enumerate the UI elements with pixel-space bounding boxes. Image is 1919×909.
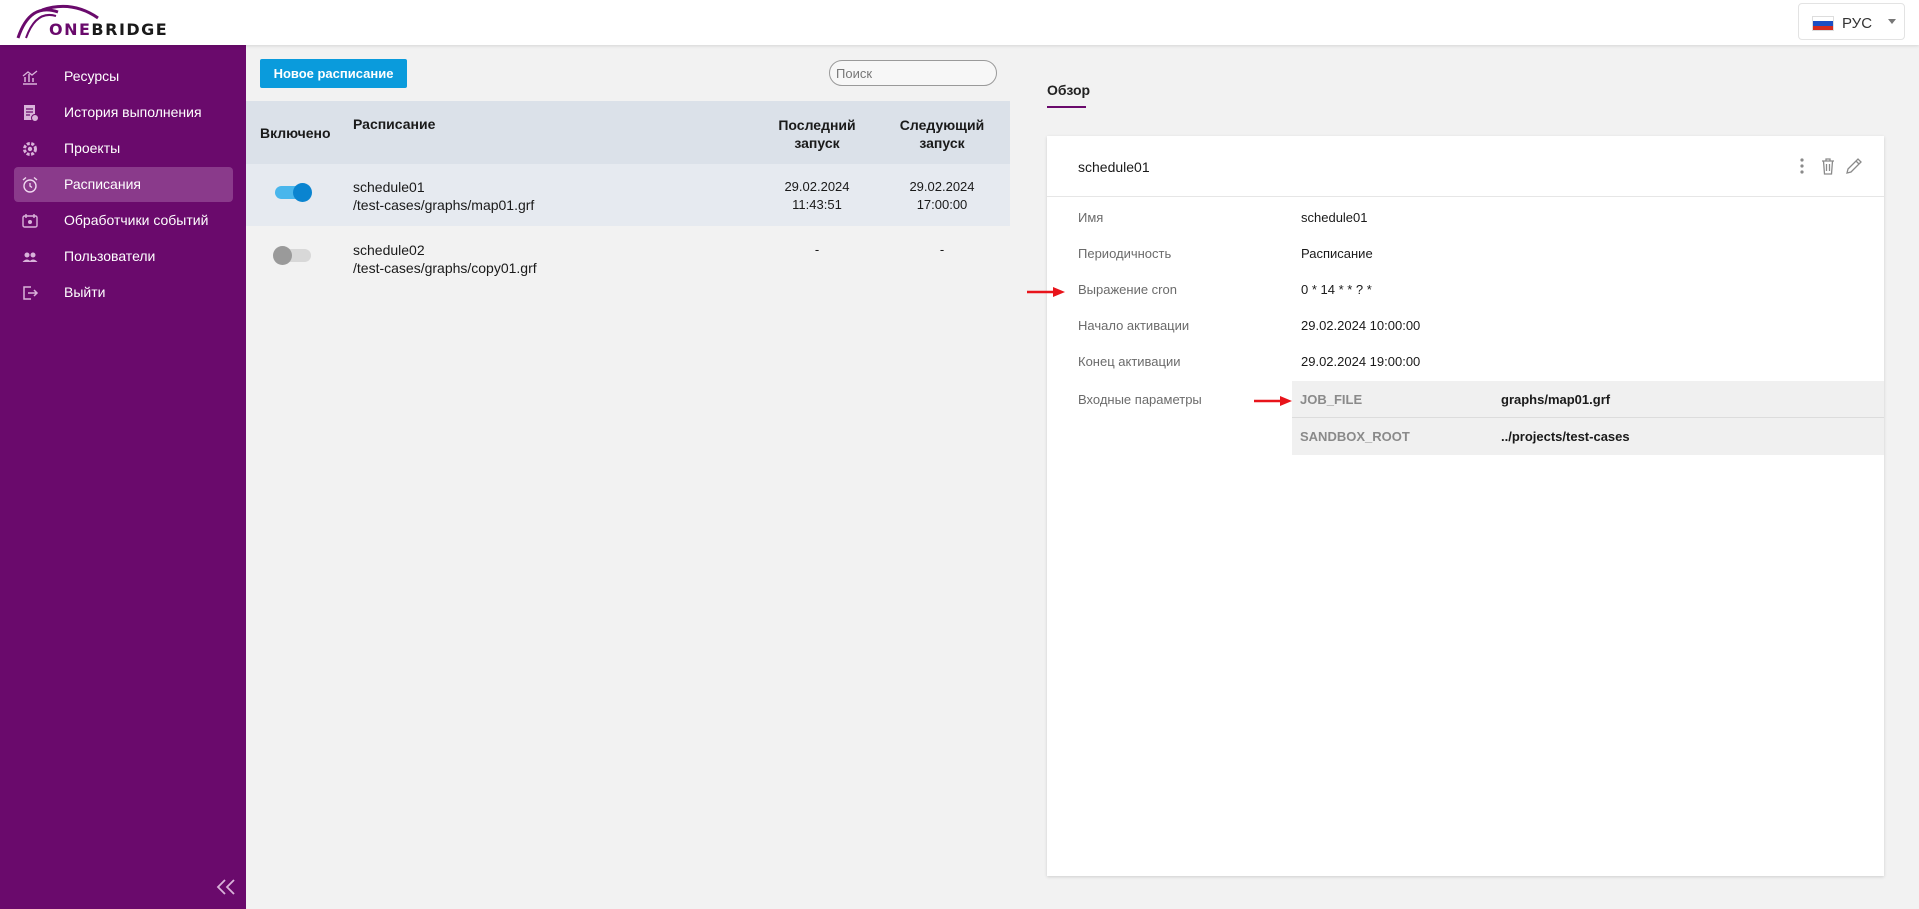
param-key: SANDBOX_ROOT — [1300, 429, 1410, 444]
annotation-arrow-icon — [1027, 287, 1065, 297]
param-key: JOB_FILE — [1300, 392, 1363, 407]
tab-underline — [1047, 106, 1086, 108]
schedule-name: schedule01 — [353, 179, 425, 195]
sidebar-item-event-handlers[interactable]: Обработчики событий — [14, 203, 233, 238]
column-schedule[interactable]: Расписание — [353, 116, 435, 132]
detail-panel: Обзор schedule01 Имя schedule01 Периодич… — [1010, 45, 1919, 909]
event-icon — [22, 214, 38, 228]
field-value-activation-start: 29.02.2024 10:00:00 — [1301, 318, 1421, 333]
schedule-name: schedule02 — [353, 242, 425, 258]
param-value: ../projects/test-cases — [1501, 429, 1630, 444]
annotation-arrow-icon — [1254, 396, 1292, 406]
column-enabled[interactable]: Включено — [260, 125, 331, 141]
field-label-name: Имя — [1078, 210, 1104, 225]
field-label-cron: Выражение cron — [1078, 282, 1177, 297]
card-divider — [1047, 196, 1884, 197]
enabled-toggle[interactable] — [273, 246, 311, 265]
input-params-table: JOB_FILE graphs/map01.grf SANDBOX_ROOT .… — [1292, 381, 1884, 455]
table-row[interactable]: schedule02 /test-cases/graphs/copy01.grf… — [246, 227, 1010, 289]
sidebar-item-projects[interactable]: Проекты — [14, 131, 233, 166]
enabled-toggle[interactable] — [275, 183, 312, 202]
schedule-path: /test-cases/graphs/map01.grf — [353, 197, 535, 213]
schedule-cell: schedule01 /test-cases/graphs/map01.grf — [353, 178, 534, 214]
next-run-cell: 29.02.2024 17:00:00 — [909, 179, 975, 212]
last-run-cell: 29.02.2024 11:43:51 — [784, 179, 850, 212]
toggle-knob — [273, 246, 292, 265]
users-icon — [22, 252, 38, 262]
top-bar: ONEBRIDGE РУС — [0, 0, 1919, 45]
edit-pencil-icon[interactable] — [1844, 156, 1864, 176]
field-value-name: schedule01 — [1301, 210, 1368, 225]
schedule-detail-card: schedule01 Имя schedule01 Периодичность … — [1047, 136, 1884, 876]
field-label-periodicity: Периодичность — [1078, 246, 1172, 261]
search-input[interactable] — [829, 60, 997, 86]
sidebar-item-history[interactable]: История выполнения — [14, 95, 233, 130]
language-selector[interactable]: РУС — [1798, 3, 1905, 40]
gear-icon — [23, 142, 37, 156]
next-run-cell: - — [939, 242, 945, 257]
column-next-run[interactable]: Следующий запуск — [892, 116, 992, 152]
detail-title: schedule01 — [1078, 159, 1150, 175]
schedule-path: /test-cases/graphs/copy01.grf — [353, 260, 537, 276]
field-value-cron: 0 * 14 * * ? * — [1301, 282, 1372, 297]
logout-icon — [23, 286, 39, 300]
sidebar-item-schedules[interactable]: Расписания — [14, 167, 233, 202]
schedule-cell: schedule02 /test-cases/graphs/copy01.grf — [353, 241, 537, 277]
sidebar: Ресурсы История выполнения Проекты Распи… — [0, 45, 246, 909]
field-value-activation-end: 29.02.2024 19:00:00 — [1301, 354, 1421, 369]
more-vertical-icon[interactable] — [1792, 156, 1812, 176]
chart-icon — [22, 70, 38, 85]
sidebar-item-resources[interactable]: Ресурсы — [14, 59, 233, 94]
history-icon — [24, 105, 39, 122]
field-label-activation-start: Начало активации — [1078, 318, 1190, 333]
field-label-activation-end: Конец активации — [1078, 354, 1181, 369]
onebridge-logo[interactable]: ONEBRIDGE — [12, 4, 167, 40]
sidebar-item-logout[interactable]: Выйти — [14, 275, 233, 310]
column-last-run[interactable]: Последний запуск — [767, 116, 867, 152]
toggle-knob — [293, 183, 312, 202]
logo-text: ONEBRIDGE — [49, 20, 169, 39]
param-row: JOB_FILE graphs/map01.grf — [1292, 381, 1884, 417]
collapse-sidebar-icon[interactable] — [215, 877, 237, 897]
sidebar-item-users[interactable]: Пользователи — [14, 239, 233, 274]
russia-flag-icon — [1812, 16, 1834, 31]
param-row: SANDBOX_ROOT ../projects/test-cases — [1292, 417, 1884, 453]
field-label-input-params: Входные параметры — [1078, 392, 1202, 407]
alarm-clock-icon — [22, 176, 38, 193]
language-label: РУС — [1842, 15, 1873, 32]
last-run-cell: - — [814, 242, 820, 257]
schedules-panel: Новое расписание Включено Расписание Пос… — [246, 45, 1010, 909]
trash-icon[interactable] — [1818, 156, 1838, 176]
table-row[interactable]: schedule01 /test-cases/graphs/map01.grf … — [246, 164, 1010, 226]
caret-down-icon — [1888, 19, 1896, 24]
new-schedule-button[interactable]: Новое расписание — [260, 59, 407, 88]
param-value: graphs/map01.grf — [1501, 392, 1611, 407]
tab-overview[interactable]: Обзор — [1047, 82, 1090, 98]
field-value-periodicity: Расписание — [1301, 246, 1373, 261]
table-header: Включено Расписание Последний запуск Сле… — [246, 101, 1010, 164]
